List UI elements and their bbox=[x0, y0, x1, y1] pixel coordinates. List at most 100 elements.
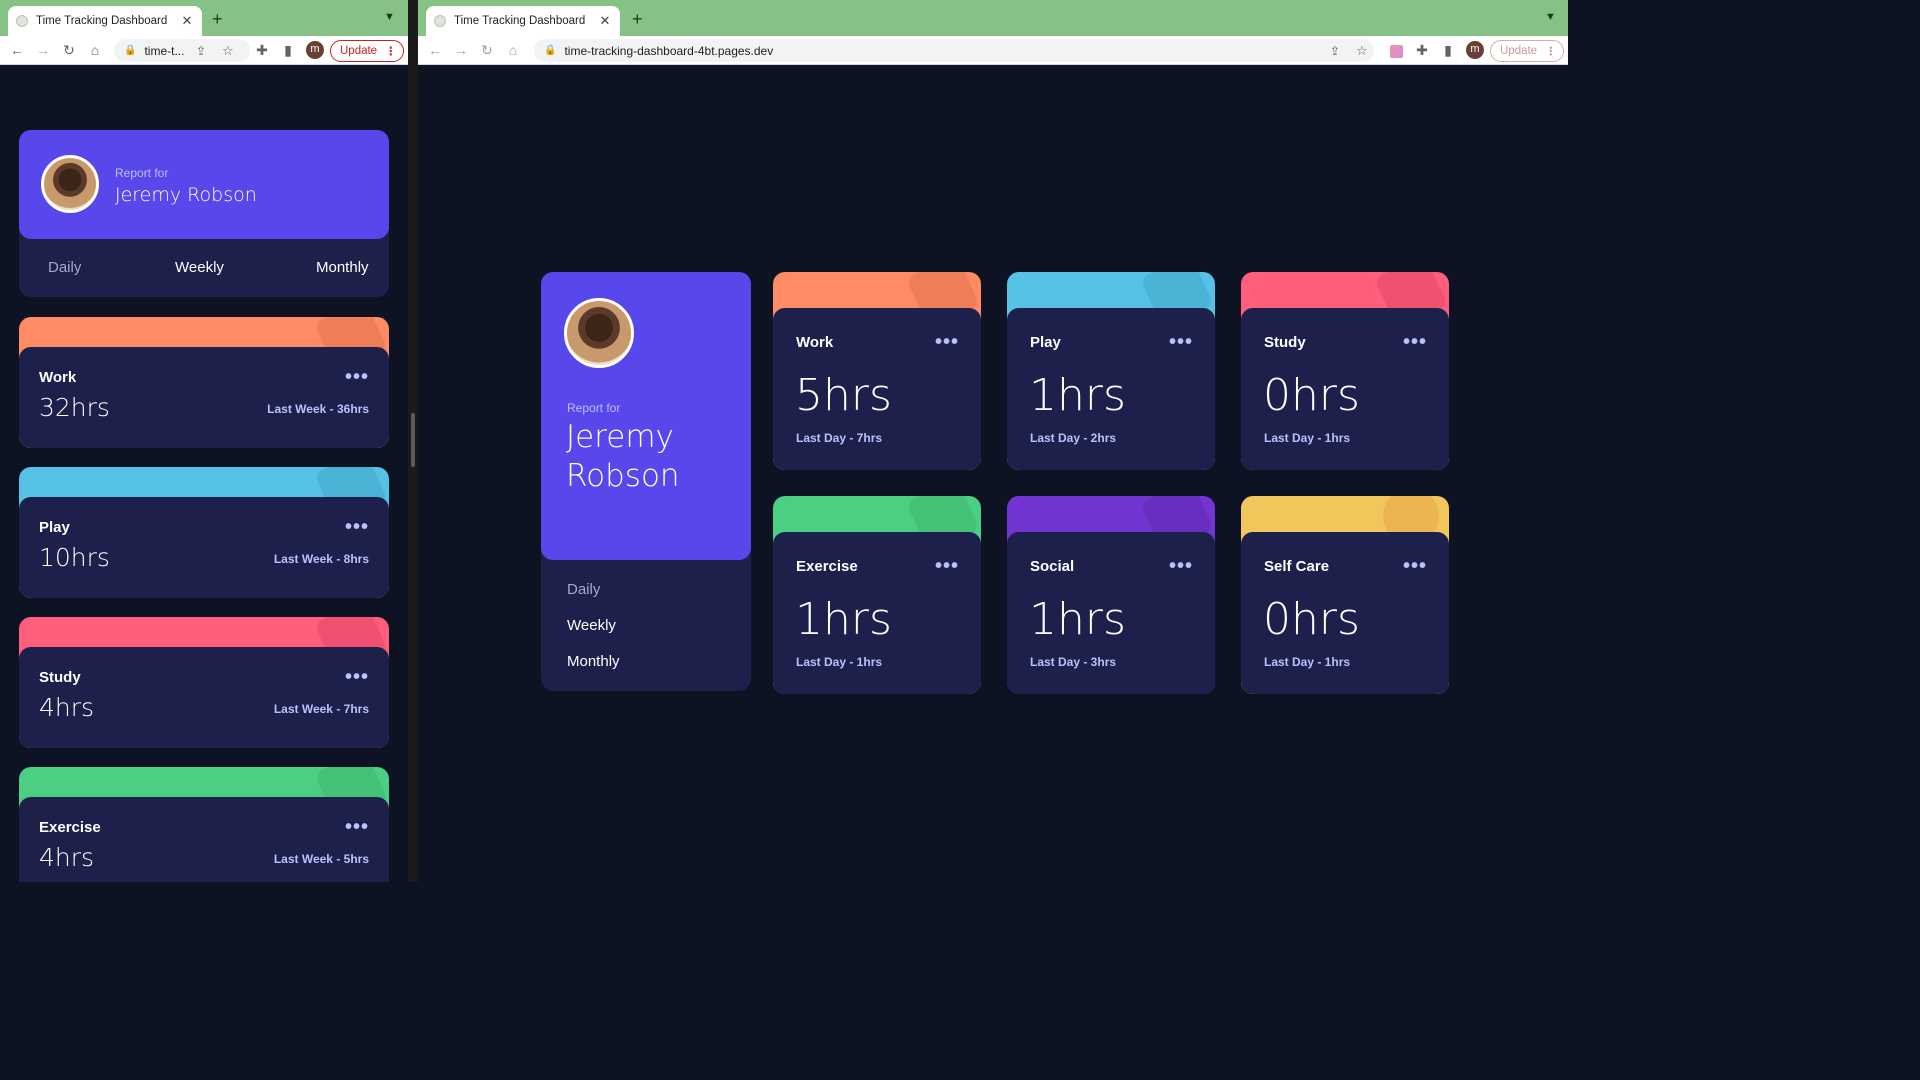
tab-search-chevron-icon[interactable]: ▼ bbox=[384, 11, 395, 23]
page-viewport-mobile[interactable]: Report for Jeremy Robson Daily Weekly Mo… bbox=[0, 65, 408, 882]
ellipsis-menu-icon[interactable]: ••• bbox=[935, 332, 959, 352]
extensions-puzzle-icon[interactable]: ✚ bbox=[1412, 40, 1432, 60]
address-bar[interactable]: 🔒 time-t... ⇪ ☆ bbox=[114, 39, 250, 62]
report-for-label: Report for bbox=[115, 166, 169, 180]
ellipsis-menu-icon[interactable]: ••• bbox=[345, 667, 369, 687]
profile-card: Report for Jeremy Robson Daily Weekly Mo… bbox=[541, 272, 751, 691]
extension-color-icon[interactable] bbox=[1386, 40, 1406, 60]
tab-close-icon[interactable]: ✕ bbox=[598, 13, 612, 29]
browser-window-right: Time Tracking Dashboard ✕ + ▼ ← → ↻ ⌂ 🔒 … bbox=[418, 0, 1568, 882]
share-icon[interactable]: ⇪ bbox=[196, 44, 206, 58]
tab-title: Time Tracking Dashboard bbox=[454, 15, 586, 27]
update-button-label: Update bbox=[340, 45, 378, 57]
tab-title: Time Tracking Dashboard bbox=[36, 15, 168, 27]
tab-close-icon[interactable]: ✕ bbox=[180, 13, 194, 29]
activity-previous-hours: Last Day - 1hrs bbox=[796, 655, 883, 669]
reload-icon[interactable]: ↻ bbox=[59, 40, 79, 60]
report-for-label: Report for bbox=[567, 401, 621, 415]
update-button-label: Update bbox=[1500, 45, 1538, 57]
activity-card-body: Play ••• 10hrs Last Week - 8hrs bbox=[19, 497, 389, 598]
ellipsis-menu-icon[interactable]: ••• bbox=[1403, 332, 1427, 352]
activity-card-work: Work ••• 32hrs Last Week - 36hrs bbox=[19, 317, 389, 448]
update-button[interactable]: Update ⋮ bbox=[1490, 40, 1564, 62]
forward-arrow-icon[interactable]: → bbox=[33, 40, 53, 60]
activity-card-body: Study ••• 4hrs Last Week - 7hrs bbox=[19, 647, 389, 748]
period-weekly[interactable]: Weekly bbox=[567, 617, 616, 634]
back-arrow-icon[interactable]: ← bbox=[7, 40, 27, 60]
url-text: time-t... bbox=[144, 43, 185, 58]
activity-previous-hours: Last Day - 7hrs bbox=[796, 431, 883, 445]
lock-icon: 🔒 bbox=[544, 45, 557, 56]
update-button[interactable]: Update ⋮ bbox=[330, 40, 404, 62]
ellipsis-menu-icon[interactable]: ••• bbox=[1403, 556, 1427, 576]
activity-previous-hours: Last Day - 2hrs bbox=[1030, 431, 1117, 445]
avatar bbox=[41, 155, 99, 213]
period-weekly[interactable]: Weekly bbox=[175, 259, 224, 276]
resize-handle[interactable] bbox=[411, 413, 415, 467]
activity-current-hours: 0hrs bbox=[1263, 370, 1360, 421]
new-tab-icon[interactable]: + bbox=[632, 9, 643, 29]
new-tab-icon[interactable]: + bbox=[212, 9, 223, 29]
activity-card-body: Exercise ••• 1hrs Last Day - 1hrs bbox=[773, 532, 981, 694]
page-viewport-desktop[interactable]: Report for Jeremy Robson Daily Weekly Mo… bbox=[418, 65, 1568, 882]
period-monthly[interactable]: Monthly bbox=[316, 259, 369, 276]
activity-title: Play bbox=[39, 519, 70, 536]
profile-card: Report for Jeremy Robson Daily Weekly Mo… bbox=[19, 130, 389, 297]
side-panel-icon[interactable]: ▮ bbox=[1438, 40, 1458, 60]
activity-previous-hours: Last Week - 7hrs bbox=[273, 702, 369, 716]
extensions-puzzle-icon[interactable]: ✚ bbox=[252, 40, 272, 60]
activity-title: Exercise bbox=[39, 819, 101, 836]
tab-strip: Time Tracking Dashboard ✕ + ▼ bbox=[418, 0, 1568, 36]
ellipsis-menu-icon[interactable]: ••• bbox=[345, 367, 369, 387]
site-favicon-icon bbox=[434, 15, 446, 27]
bookmark-star-icon[interactable]: ☆ bbox=[222, 43, 234, 59]
activity-card-study: Study ••• 4hrs Last Week - 7hrs bbox=[19, 617, 389, 748]
tab-search-chevron-icon[interactable]: ▼ bbox=[1545, 11, 1556, 23]
share-icon[interactable]: ⇪ bbox=[1330, 44, 1340, 58]
ellipsis-menu-icon[interactable]: ••• bbox=[935, 556, 959, 576]
ellipsis-menu-icon[interactable]: ••• bbox=[1169, 556, 1193, 576]
profile-avatar-icon[interactable]: m bbox=[306, 41, 324, 59]
activity-title: Work bbox=[39, 369, 77, 386]
user-last-name: Robson bbox=[566, 458, 680, 494]
reload-icon[interactable]: ↻ bbox=[477, 40, 497, 60]
activity-title: Exercise bbox=[796, 558, 858, 575]
activity-previous-hours: Last Day - 1hrs bbox=[1264, 431, 1351, 445]
avatar bbox=[564, 298, 634, 368]
ellipsis-menu-icon[interactable]: ••• bbox=[345, 517, 369, 537]
browser-toolbar: ← → ↻ ⌂ 🔒 time-t... ⇪ ☆ ✚ ▮ m Update ⋮ bbox=[0, 36, 408, 65]
bookmark-star-icon[interactable]: ☆ bbox=[1356, 43, 1368, 59]
home-icon[interactable]: ⌂ bbox=[85, 40, 105, 60]
address-bar[interactable]: 🔒 time-tracking-dashboard-4bt.pages.dev … bbox=[534, 39, 1374, 62]
activity-card-body: Self Care ••• 0hrs Last Day - 1hrs bbox=[1241, 532, 1449, 694]
period-daily[interactable]: Daily bbox=[48, 259, 81, 276]
ellipsis-menu-icon[interactable]: ••• bbox=[1169, 332, 1193, 352]
activity-card-body: Work ••• 5hrs Last Day - 7hrs bbox=[773, 308, 981, 470]
side-panel-icon[interactable]: ▮ bbox=[278, 40, 298, 60]
user-name: Jeremy Robson bbox=[115, 184, 257, 206]
period-daily[interactable]: Daily bbox=[567, 581, 600, 598]
window-divider[interactable] bbox=[408, 0, 418, 882]
activity-previous-hours: Last Week - 8hrs bbox=[273, 552, 369, 566]
activity-card-exercise: Exercise ••• 4hrs Last Week - 5hrs bbox=[19, 767, 389, 882]
profile-avatar-icon[interactable]: m bbox=[1466, 41, 1484, 59]
activity-previous-hours: Last Day - 3hrs bbox=[1030, 655, 1117, 669]
home-icon[interactable]: ⌂ bbox=[503, 40, 523, 60]
activity-previous-hours: Last Day - 1hrs bbox=[1264, 655, 1351, 669]
activity-title: Self Care bbox=[1264, 558, 1330, 575]
browser-tab[interactable]: Time Tracking Dashboard ✕ bbox=[426, 6, 620, 36]
activity-title: Study bbox=[1264, 334, 1306, 351]
activity-card-body: Social ••• 1hrs Last Day - 3hrs bbox=[1007, 532, 1215, 694]
profile-header: Report for Jeremy Robson bbox=[541, 272, 751, 560]
activity-current-hours: 4hrs bbox=[39, 693, 95, 722]
browser-tab[interactable]: Time Tracking Dashboard ✕ bbox=[8, 6, 202, 36]
activity-card-play: Play ••• 10hrs Last Week - 8hrs bbox=[19, 467, 389, 598]
activity-card-work: Work ••• 5hrs Last Day - 7hrs bbox=[773, 272, 981, 470]
forward-arrow-icon[interactable]: → bbox=[451, 40, 471, 60]
ellipsis-menu-icon[interactable]: ••• bbox=[345, 817, 369, 837]
browser-toolbar: ← → ↻ ⌂ 🔒 time-tracking-dashboard-4bt.pa… bbox=[418, 36, 1568, 65]
period-monthly[interactable]: Monthly bbox=[567, 653, 620, 670]
activity-card-study: Study ••• 0hrs Last Day - 1hrs bbox=[1241, 272, 1449, 470]
activity-current-hours: 0hrs bbox=[1263, 594, 1360, 645]
back-arrow-icon[interactable]: ← bbox=[425, 40, 445, 60]
